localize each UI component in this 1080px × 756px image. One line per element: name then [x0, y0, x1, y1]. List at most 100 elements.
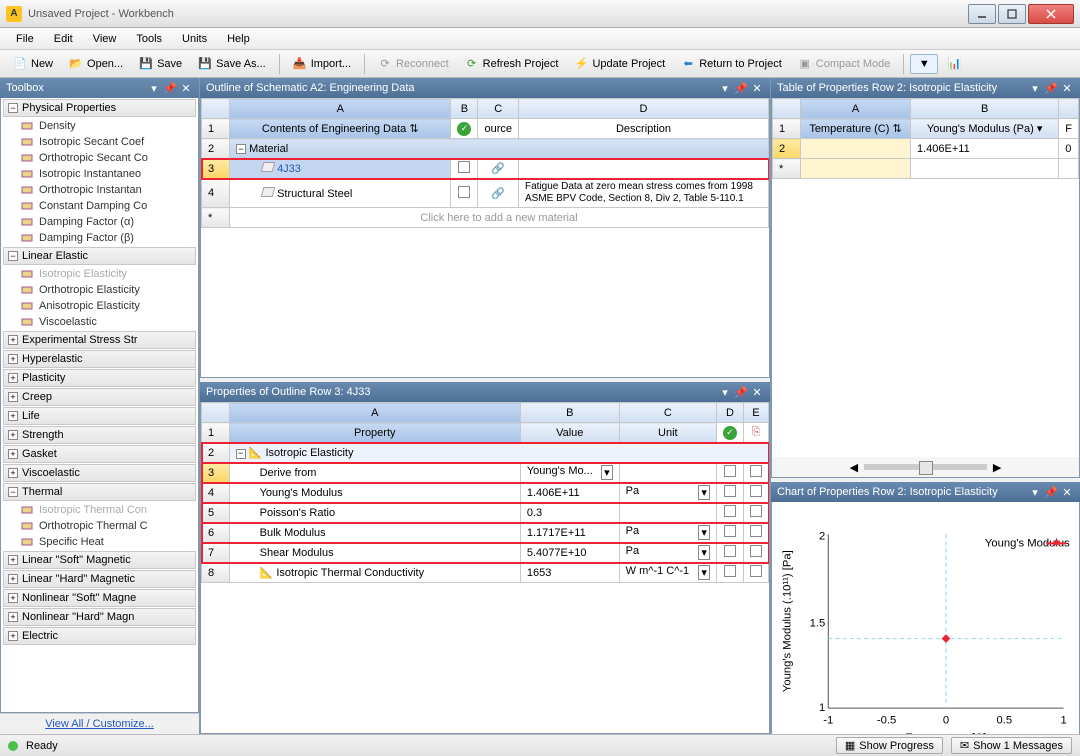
menu-view[interactable]: View [85, 31, 125, 47]
checkbox[interactable] [458, 186, 470, 198]
checkbox[interactable] [750, 545, 762, 557]
checkbox[interactable] [750, 525, 762, 537]
checkbox[interactable] [750, 465, 762, 477]
tree-item[interactable]: Isotropic Elasticity [1, 266, 198, 282]
prop-unit[interactable]: Pa ▾ [619, 523, 716, 543]
prop-value[interactable]: 0.3 [520, 503, 619, 523]
add-material-hint[interactable]: Click here to add a new material [230, 208, 769, 228]
checkbox[interactable] [724, 545, 736, 557]
col-c[interactable]: C [478, 99, 519, 119]
dropdown-icon[interactable]: ▾ [601, 465, 613, 480]
menu-units[interactable]: Units [174, 31, 215, 47]
material-steel[interactable]: Structural Steel [277, 188, 352, 200]
expander-icon[interactable]: − [8, 487, 18, 497]
dropdown-icon[interactable]: ▾ [698, 525, 710, 540]
tp-pin-icon[interactable]: 📌 [1044, 81, 1058, 95]
tp-dropdown-icon[interactable]: ▾ [1028, 81, 1042, 95]
prop-value[interactable]: 1.406E+11 [520, 483, 619, 503]
tp-close-icon[interactable]: ✕ [1060, 81, 1074, 95]
maximize-button[interactable] [998, 4, 1026, 24]
outline-grid[interactable]: A B C D 1 Contents of Engineering Data ⇅… [201, 98, 769, 228]
checkbox[interactable] [750, 485, 762, 497]
checkbox[interactable] [724, 485, 736, 497]
tree-item[interactable]: Isotropic Instantaneo [1, 166, 198, 182]
chart-dropdown-icon[interactable]: ▾ [1028, 485, 1042, 499]
tree-group[interactable]: + Viscoelastic [3, 464, 196, 482]
expander-icon[interactable]: + [8, 373, 18, 383]
tree-group[interactable]: − Thermal [3, 483, 196, 501]
tree-group[interactable]: − Physical Properties [3, 99, 196, 117]
outline-pin-icon[interactable]: 📌 [734, 81, 748, 95]
checkbox[interactable] [724, 465, 736, 477]
prop-value[interactable]: Young's Mo... ▾ [520, 463, 619, 483]
youngmod-cell[interactable]: 1.406E+11 [911, 139, 1059, 159]
tree-group[interactable]: + Strength [3, 426, 196, 444]
dropdown-icon[interactable]: ▾ [698, 485, 710, 500]
props-pin-icon[interactable]: 📌 [734, 385, 748, 399]
prop-value[interactable]: 5.4077E+10 [520, 543, 619, 563]
tree-item[interactable]: Density [1, 118, 198, 134]
tree-group[interactable]: + Hyperelastic [3, 350, 196, 368]
tree-group[interactable]: + Experimental Stress Str [3, 331, 196, 349]
tree-group[interactable]: + Gasket [3, 445, 196, 463]
expander-icon[interactable]: + [8, 574, 18, 584]
properties-grid[interactable]: A B C D E 1 Property Value Unit ✓ ⎘ 2 [201, 402, 769, 583]
temp-cell[interactable] [801, 139, 911, 159]
toolbox-pin-icon[interactable]: 📌 [163, 81, 177, 95]
toolbox-dropdown-icon[interactable]: ▾ [147, 81, 161, 95]
prop-unit[interactable]: Pa ▾ [619, 543, 716, 563]
minimize-button[interactable] [968, 4, 996, 24]
prop-value[interactable]: 1653 [520, 563, 619, 583]
new-button[interactable]: 📄New [6, 54, 60, 74]
menu-edit[interactable]: Edit [46, 31, 81, 47]
tree-item[interactable]: Viscoelastic [1, 314, 198, 330]
tree-group[interactable]: + Linear "Soft" Magnetic [3, 551, 196, 569]
tree-item[interactable]: Constant Damping Co [1, 198, 198, 214]
expander-icon[interactable]: + [8, 468, 18, 478]
update-button[interactable]: ⚡Update Project [567, 54, 672, 74]
prop-value[interactable]: 1.1717E+11 [520, 523, 619, 543]
outline-dropdown-icon[interactable]: ▾ [718, 81, 732, 95]
close-button[interactable] [1028, 4, 1074, 24]
expander-icon[interactable]: + [8, 411, 18, 421]
tree-group[interactable]: + Nonlinear "Soft" Magne [3, 589, 196, 607]
sort-icon[interactable]: ⇅ [409, 123, 418, 135]
expander-icon[interactable]: + [8, 335, 18, 345]
filter-button[interactable]: ▼ [910, 54, 938, 74]
open-button[interactable]: 📂Open... [62, 54, 130, 74]
prop-unit[interactable]: Pa ▾ [619, 483, 716, 503]
checkbox[interactable] [724, 505, 736, 517]
dropdown-icon[interactable]: ▾ [698, 545, 710, 560]
tree-item[interactable]: Isotropic Secant Coef [1, 134, 198, 150]
props-close-icon[interactable]: ✕ [750, 385, 764, 399]
expander-icon[interactable]: + [8, 593, 18, 603]
tree-item[interactable]: Damping Factor (β) [1, 230, 198, 246]
expander-icon[interactable]: − [8, 103, 18, 113]
tree-group[interactable]: + Electric [3, 627, 196, 645]
props-dropdown-icon[interactable]: ▾ [718, 385, 732, 399]
table-props-grid[interactable]: AB 1Temperature (C) ⇅Young's Modulus (Pa… [772, 98, 1079, 179]
tree-item[interactable]: Orthotropic Instantan [1, 182, 198, 198]
outline-close-icon[interactable]: ✕ [750, 81, 764, 95]
toolbox-close-icon[interactable]: ✕ [179, 81, 193, 95]
tree-item[interactable]: Orthotropic Secant Co [1, 150, 198, 166]
prop-unit[interactable] [619, 463, 716, 483]
tree-item[interactable]: Orthotropic Elasticity [1, 282, 198, 298]
tree-group[interactable]: + Life [3, 407, 196, 425]
chart-toggle-button[interactable]: 📊 [940, 54, 968, 74]
show-progress-button[interactable]: ▦Show Progress [836, 737, 943, 754]
collapse-icon[interactable]: − [236, 144, 246, 154]
collapse-icon[interactable]: − [236, 449, 246, 459]
checkbox[interactable] [724, 565, 736, 577]
tree-group[interactable]: − Linear Elastic [3, 247, 196, 265]
expander-icon[interactable]: + [8, 612, 18, 622]
import-button[interactable]: 📥Import... [286, 54, 358, 74]
checkbox[interactable] [750, 565, 762, 577]
save-button[interactable]: 💾Save [132, 54, 189, 74]
reconnect-button[interactable]: ⟳Reconnect [371, 54, 456, 74]
chart-close-icon[interactable]: ✕ [1060, 485, 1074, 499]
save-as-button[interactable]: 💾Save As... [191, 54, 273, 74]
col-a[interactable]: A [230, 99, 451, 119]
expander-icon[interactable]: + [8, 392, 18, 402]
compact-mode-button[interactable]: ▣Compact Mode [791, 54, 898, 74]
